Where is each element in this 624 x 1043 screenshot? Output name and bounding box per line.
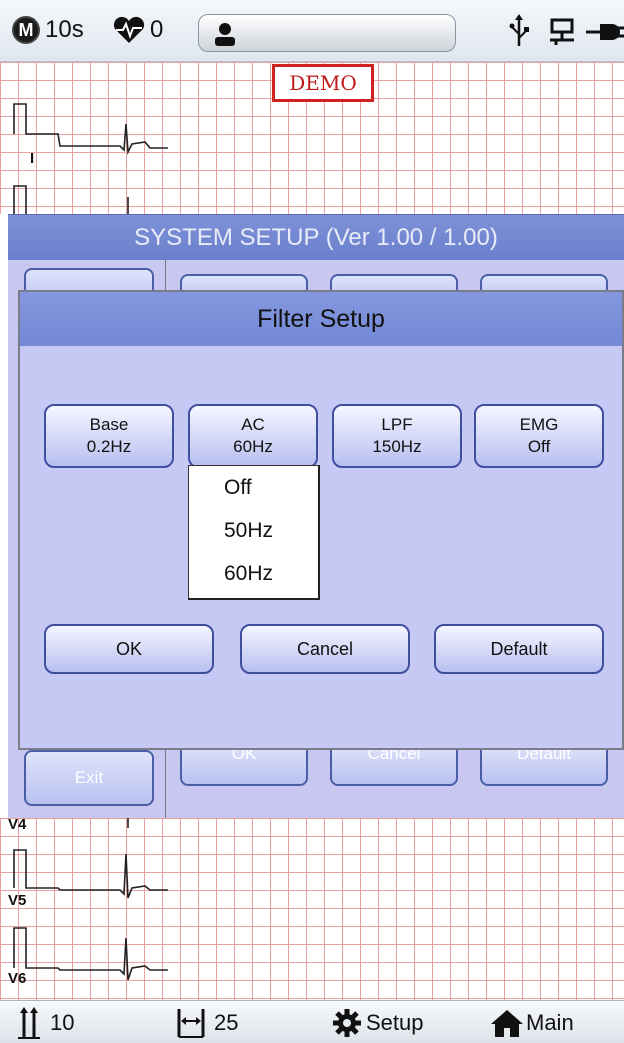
lead-label-top: I xyxy=(30,150,35,167)
base-filter-button[interactable]: Base 0.2Hz xyxy=(44,404,174,468)
setup-button[interactable]: Setup xyxy=(332,1005,424,1041)
duration-value: 10s xyxy=(45,16,84,43)
lpf-filter-value: 150Hz xyxy=(372,437,422,456)
main-label: Main xyxy=(526,1010,574,1035)
person-icon xyxy=(215,23,235,46)
cancel-button[interactable]: Cancel xyxy=(240,624,410,674)
system-setup-title: SYSTEM SETUP (Ver 1.00 / 1.00) xyxy=(8,214,624,260)
setup-label: Setup xyxy=(366,1010,424,1035)
main-button[interactable]: Main xyxy=(490,1005,574,1041)
filter-setup-title: Filter Setup xyxy=(20,292,622,346)
base-filter-name: Base xyxy=(89,415,129,434)
lead-label-v6: V6 xyxy=(8,970,27,987)
network-icon xyxy=(550,18,574,45)
exit-button[interactable]: Exit xyxy=(24,750,154,806)
speed-value: 25 xyxy=(214,1010,239,1035)
lead-label-v5: V5 xyxy=(8,892,27,909)
ok-button[interactable]: OK xyxy=(44,624,214,674)
speed-control[interactable]: 25 xyxy=(176,1005,238,1041)
ac-option-off[interactable]: Off xyxy=(189,466,318,509)
ecg-grid-bottom: V4 V5 V6 xyxy=(0,816,624,1000)
home-icon xyxy=(491,1010,523,1037)
ac-filter-name: AC xyxy=(241,415,265,434)
demo-badge: DEMO xyxy=(272,64,374,102)
ac-filter-value: 60Hz xyxy=(233,437,273,456)
heart-rate-indicator: 0 xyxy=(112,12,163,48)
ac-filter-button[interactable]: AC 60Hz xyxy=(188,404,318,468)
ac-options-dropdown: Off 50Hz 60Hz xyxy=(188,465,320,600)
power-plug-icon xyxy=(586,24,624,40)
gain-control[interactable]: 10 xyxy=(16,1005,74,1041)
heart-icon xyxy=(113,16,145,43)
speed-icon xyxy=(177,1009,205,1038)
emg-filter-button[interactable]: EMG Off xyxy=(474,404,604,468)
lpf-filter-name: LPF xyxy=(381,415,413,434)
base-filter-value: 0.2Hz xyxy=(86,437,132,456)
mode-indicator: M 10s xyxy=(12,12,84,48)
default-button[interactable]: Default xyxy=(434,624,604,674)
lead-label-v4: V4 xyxy=(8,816,27,833)
gain-value: 10 xyxy=(50,1010,75,1035)
heart-rate-value: 0 xyxy=(150,16,164,43)
ac-option-50hz[interactable]: 50Hz xyxy=(189,509,318,552)
filter-setup-dialog: Filter Setup Base 0.2Hz AC 60Hz LPF 150H… xyxy=(18,290,624,750)
ac-option-60hz[interactable]: 60Hz xyxy=(189,552,318,595)
patient-info-button[interactable] xyxy=(198,14,456,52)
lpf-filter-button[interactable]: LPF 150Hz xyxy=(332,404,462,468)
status-bar: M 10s 0 xyxy=(0,0,624,62)
ecg-trace-top xyxy=(13,103,168,214)
emg-filter-name: EMG xyxy=(519,415,559,434)
mode-m-icon: M xyxy=(12,16,40,44)
bottom-toolbar: 10 25 Setup Main xyxy=(0,1000,624,1043)
gain-icon xyxy=(18,1007,40,1039)
emg-filter-value: Off xyxy=(527,437,551,456)
gear-icon xyxy=(333,1009,361,1037)
usb-icon xyxy=(509,14,529,46)
ecg-trace-bottom xyxy=(13,818,168,981)
